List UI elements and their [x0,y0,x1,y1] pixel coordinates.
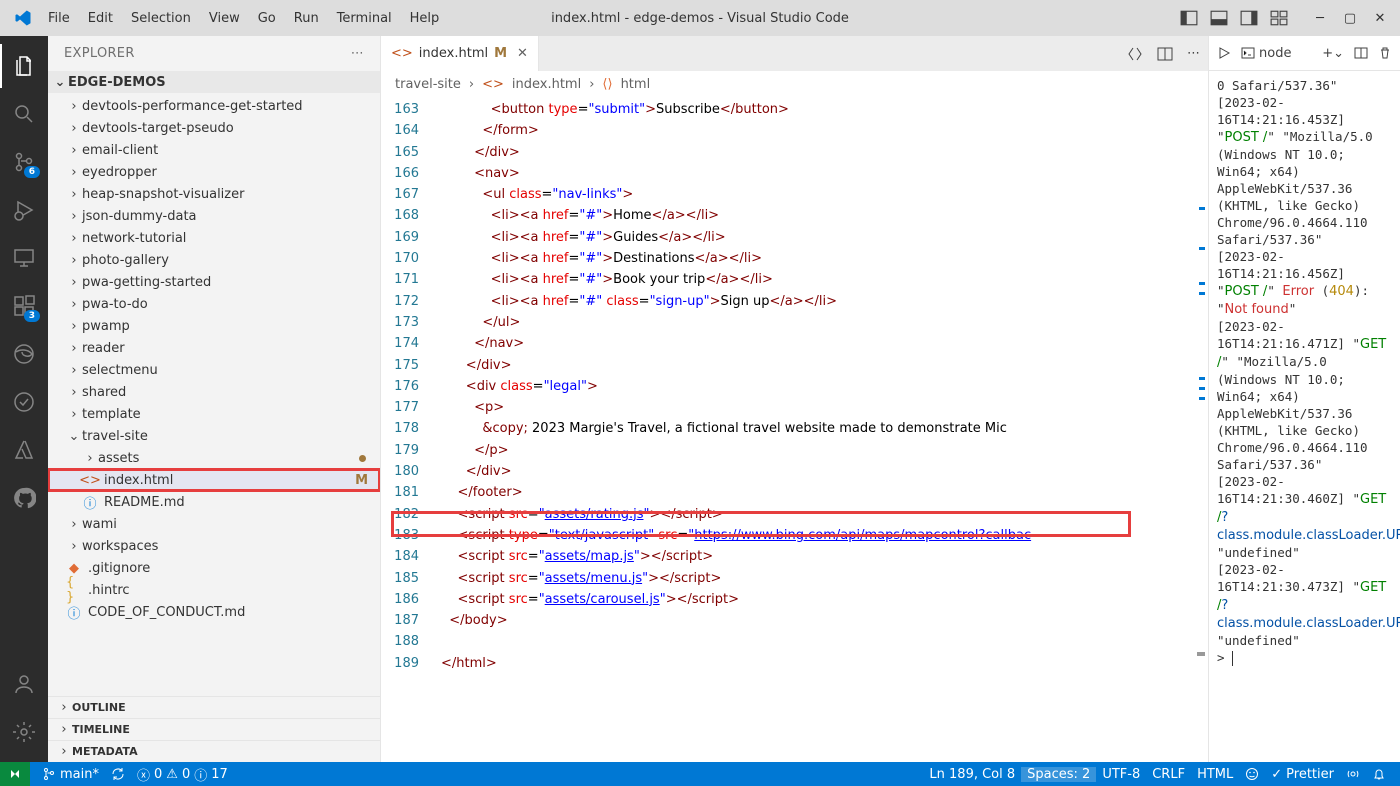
settings-icon[interactable] [0,710,48,754]
run-debug-icon[interactable] [0,188,48,232]
edge-icon[interactable] [0,332,48,376]
close-icon[interactable]: ✕ [517,46,528,61]
tree-item[interactable]: { }.hintrc [48,579,380,601]
split-icon[interactable] [1157,46,1173,62]
menu-bar: FileEditSelectionViewGoRunTerminalHelp [40,7,447,30]
terminal-icon[interactable]: node [1241,46,1291,61]
editor: <> index.html M ✕ ⋯ travel-site› <>index… [381,36,1208,762]
menu-terminal[interactable]: Terminal [329,7,400,30]
prettier-button[interactable]: ✓ Prettier [1265,767,1340,782]
tree-item[interactable]: ›eyedropper [48,161,380,183]
language-button[interactable]: HTML [1191,767,1239,782]
source-control-icon[interactable]: 6 [0,140,48,184]
code-editor[interactable]: 1631641651661671681691701711721731741751… [381,97,1208,762]
breadcrumb[interactable]: travel-site› <>index.html› ⟨⟩html [381,71,1208,97]
panel-timeline[interactable]: ›TIMELINE [48,718,380,740]
cursor-pos[interactable]: Ln 189, Col 8 [923,767,1021,782]
trash-icon[interactable] [1378,46,1392,61]
maximize-button[interactable]: ▢ [1340,8,1360,28]
tree-item[interactable]: ›pwamp [48,315,380,337]
live-icon[interactable] [1340,767,1366,781]
layout-controls[interactable] [1176,9,1292,27]
tree-item[interactable]: ›email-client [48,139,380,161]
editor-tabs: <> index.html M ✕ ⋯ [381,36,1208,71]
menu-run[interactable]: Run [286,7,327,30]
extensions-icon[interactable]: 3 [0,284,48,328]
sync-button[interactable] [105,762,131,786]
layout-icon [1270,9,1288,27]
tree-item[interactable]: ›heap-snapshot-visualizer [48,183,380,205]
folder-section[interactable]: ⌄EDGE-DEMOS [48,71,380,93]
tree-item[interactable]: ⓘREADME.md [48,491,380,513]
menu-view[interactable]: View [201,7,248,30]
file-tree: ›devtools-performance-get-started›devtoo… [48,93,380,696]
panel-left-icon [1180,9,1198,27]
vscode-logo-icon [14,9,32,27]
menu-help[interactable]: Help [402,7,448,30]
chevron-down-icon: ⌄ [52,75,68,90]
panel-right-icon [1240,9,1258,27]
tree-item[interactable]: ›shared [48,381,380,403]
tree-item[interactable]: ›wami [48,513,380,535]
split-terminal-icon[interactable] [1354,46,1368,61]
tree-item[interactable]: ›template [48,403,380,425]
menu-go[interactable]: Go [250,7,284,30]
explorer-icon[interactable] [0,44,48,88]
tab-index-html[interactable]: <> index.html M ✕ [381,36,539,71]
panel-outline[interactable]: ›OUTLINE [48,696,380,718]
minimap[interactable] [1192,97,1206,762]
terminal-panel: node +⌄ 0 Safari/537.36"[2023-02-16T14:2… [1208,36,1400,762]
tree-item[interactable]: ›assets [48,447,380,469]
feedback-icon[interactable] [1239,767,1265,781]
tree-item[interactable]: ›reader [48,337,380,359]
eol-button[interactable]: CRLF [1146,767,1191,782]
tree-item[interactable]: ⓘCODE_OF_CONDUCT.md [48,601,380,623]
tree-item[interactable]: ›devtools-performance-get-started [48,95,380,117]
panel-bottom-icon [1210,9,1228,27]
encoding-button[interactable]: UTF-8 [1096,767,1146,782]
sidebar: EXPLORER ⋯ ⌄EDGE-DEMOS ›devtools-performa… [48,36,381,762]
tree-item[interactable]: ⌄travel-site [48,425,380,447]
azure-icon[interactable] [0,428,48,472]
compare-icon[interactable] [1127,46,1143,62]
run-icon[interactable] [1217,46,1231,60]
more-icon[interactable]: ⋯ [1187,46,1200,61]
panel-metadata[interactable]: ›METADATA [48,740,380,762]
more-icon[interactable]: ⋯ [351,46,364,61]
tree-item[interactable]: ›pwa-to-do [48,293,380,315]
tree-item[interactable]: ›photo-gallery [48,249,380,271]
tree-item[interactable]: <>index.htmlM [48,469,380,491]
menu-file[interactable]: File [40,7,78,30]
tree-item[interactable]: ›devtools-target-pseudo [48,117,380,139]
tree-item[interactable]: ◆.gitignore [48,557,380,579]
add-icon[interactable]: +⌄ [1322,46,1344,61]
activity-bar: 6 3 [0,36,48,762]
account-icon[interactable] [0,662,48,706]
indent-button[interactable]: Spaces: 2 [1021,767,1096,782]
minimize-button[interactable]: ─ [1310,8,1330,28]
menu-selection[interactable]: Selection [123,7,199,30]
window-title: index.html - edge-demos - Visual Studio … [551,11,849,26]
branch-button[interactable]: main* [36,762,105,786]
tree-item[interactable]: ›network-tutorial [48,227,380,249]
test-icon[interactable] [0,380,48,424]
tree-item[interactable]: ›pwa-getting-started [48,271,380,293]
html-file-icon: <> [391,46,413,61]
terminal-output[interactable]: 0 Safari/537.36"[2023-02-16T14:21:16.453… [1209,71,1400,762]
tree-item[interactable]: ›json-dummy-data [48,205,380,227]
remote-explorer-icon[interactable] [0,236,48,280]
bell-icon[interactable] [1366,767,1392,781]
problems-button[interactable]: ⓧ0⚠0ⓘ17 [131,762,234,786]
tree-item[interactable]: ›selectmenu [48,359,380,381]
status-bar: main* ⓧ0⚠0ⓘ17 Ln 189, Col 8 Spaces: 2 UT… [0,762,1400,786]
search-icon[interactable] [0,92,48,136]
menu-edit[interactable]: Edit [80,7,121,30]
element-icon: ⟨⟩ [602,77,612,92]
titlebar: FileEditSelectionViewGoRunTerminalHelp i… [0,0,1400,36]
remote-button[interactable] [0,762,30,786]
github-icon[interactable] [0,476,48,520]
tree-item[interactable]: ›workspaces [48,535,380,557]
explorer-title: EXPLORER [64,46,135,61]
close-button[interactable]: ✕ [1370,8,1390,28]
